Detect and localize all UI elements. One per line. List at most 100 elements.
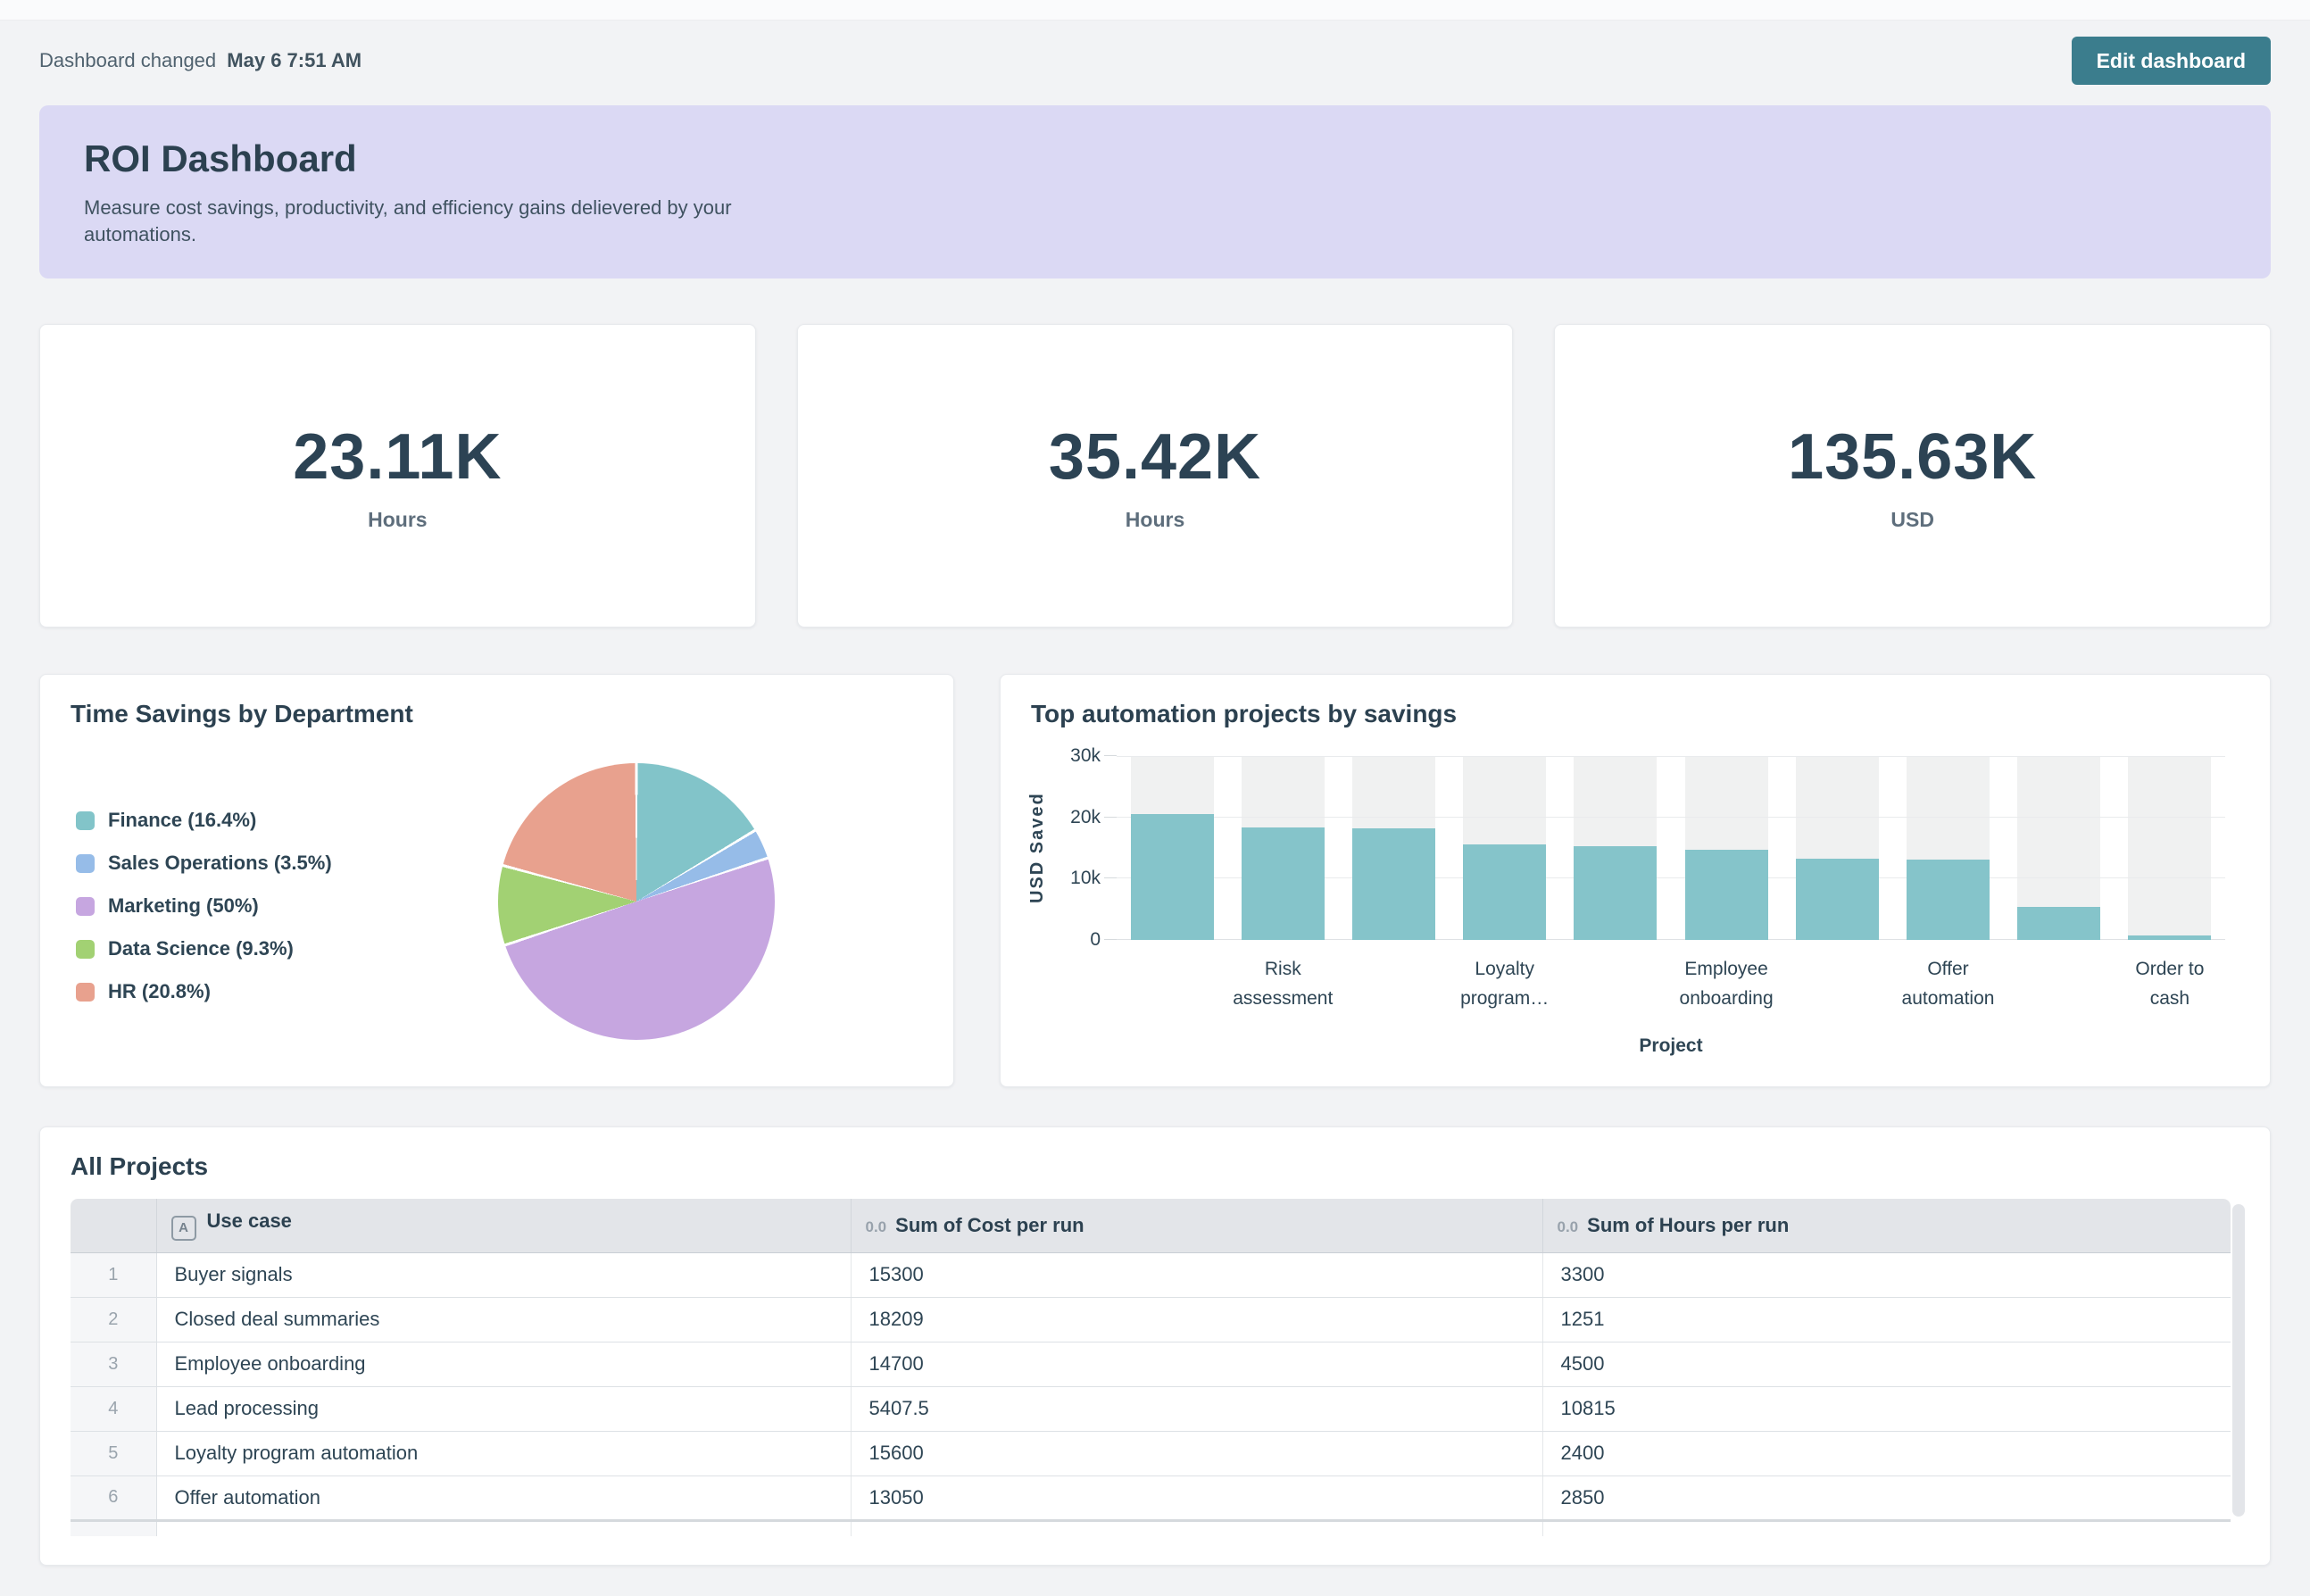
bar[interactable]: [1796, 859, 1879, 940]
bar-cell: [2004, 756, 2115, 940]
use-case-cell[interactable]: Lead processing: [156, 1386, 851, 1431]
legend-label: Marketing (50%): [108, 894, 259, 918]
cost-cell[interactable]: 13050: [851, 1475, 1542, 1520]
column-label: Sum of Hours per run: [1587, 1214, 1789, 1236]
bar-cell: [1560, 756, 1671, 940]
top-strip: [0, 0, 2310, 21]
table-row-partial: [71, 1520, 2231, 1536]
row-number-header: [71, 1199, 156, 1252]
bar[interactable]: [1463, 844, 1546, 940]
table-row: 5Loyalty program automation156002400: [71, 1431, 2231, 1475]
bar[interactable]: [2017, 907, 2100, 940]
number-type-icon: 0.0: [1558, 1218, 1579, 1236]
table-row: 2Closed deal summaries182091251: [71, 1297, 2231, 1342]
table-vertical-scrollbar[interactable]: [2232, 1204, 2245, 1517]
legend-swatch: [76, 897, 95, 916]
kpi-value: 23.11K: [293, 420, 502, 494]
hours-cell[interactable]: 3300: [1542, 1252, 2231, 1297]
bar[interactable]: [1242, 827, 1325, 940]
projects-table-title: All Projects: [71, 1152, 208, 1181]
bar-band: [2128, 756, 2211, 940]
bar[interactable]: [1131, 814, 1214, 940]
page-title: ROI Dashboard: [84, 137, 2226, 180]
y-tick-mark: [1104, 877, 1117, 878]
row-number-cell: 3: [71, 1342, 156, 1386]
cost-cell: [851, 1520, 1542, 1536]
pie-chart[interactable]: [498, 763, 775, 1040]
y-tick-label: 30k: [1070, 746, 1101, 766]
table-row: 6Offer automation130502850: [71, 1475, 2231, 1520]
use-case-cell[interactable]: Loyalty program automation: [156, 1431, 851, 1475]
x-axis-label: Offerautomation: [1892, 954, 2003, 1013]
changed-prefix: Dashboard changed: [39, 49, 216, 71]
use-case-cell[interactable]: Buyer signals: [156, 1252, 851, 1297]
kpi-value: 135.63K: [1788, 420, 2037, 494]
roi-banner: ROI Dashboard Measure cost savings, prod…: [39, 105, 2271, 278]
x-axis-label: Employeeonboarding: [1671, 954, 1782, 1013]
x-axis-title: Project: [1117, 1035, 2225, 1057]
legend-item[interactable]: Marketing (50%): [76, 894, 332, 918]
use-case-cell: [156, 1520, 851, 1536]
hours-cell[interactable]: 1251: [1542, 1297, 2231, 1342]
hours-cell[interactable]: 2850: [1542, 1475, 2231, 1520]
bar-card: Top automation projects by savings USD S…: [1000, 674, 2271, 1087]
y-tick-mark: [1104, 817, 1117, 818]
use-case-cell[interactable]: Offer automation: [156, 1475, 851, 1520]
kpi-row: 23.11K Hours 35.42K Hours 135.63K USD: [39, 324, 2271, 628]
cost-cell[interactable]: 15300: [851, 1252, 1542, 1297]
projects-table: AUse case 0.0Sum of Cost per run 0.0Sum …: [71, 1199, 2231, 1536]
y-tick-mark: [1104, 755, 1117, 756]
use-case-cell[interactable]: Employee onboarding: [156, 1342, 851, 1386]
row-number-cell: 5: [71, 1431, 156, 1475]
kpi-label: USD: [1890, 508, 1934, 532]
legend-label: Finance (16.4%): [108, 809, 256, 832]
edit-dashboard-button[interactable]: Edit dashboard: [2072, 37, 2271, 85]
hours-cell[interactable]: 4500: [1542, 1342, 2231, 1386]
column-header-hours[interactable]: 0.0 Sum of Hours per run: [1542, 1199, 2231, 1252]
column-header-use-case[interactable]: A Use case: [156, 1199, 851, 1252]
bar[interactable]: [1685, 850, 1768, 940]
bar[interactable]: [1574, 846, 1657, 940]
y-tick-label: 20k: [1070, 808, 1101, 827]
legend-item[interactable]: HR (20.8%): [76, 980, 332, 1003]
text-type-icon: A: [171, 1216, 196, 1241]
legend-item[interactable]: Finance (16.4%): [76, 809, 332, 832]
x-axis-label: Riskassessment: [1227, 954, 1338, 1013]
cost-cell[interactable]: 15600: [851, 1431, 1542, 1475]
y-tick-label: 0: [1090, 930, 1101, 950]
bar-cell: [1782, 756, 1892, 940]
x-axis-labels: RiskassessmentLoyaltyprogram…Employeeonb…: [1117, 954, 2225, 1022]
y-tick-label: 10k: [1070, 869, 1101, 888]
cost-cell[interactable]: 18209: [851, 1297, 1542, 1342]
pie-legend: Finance (16.4%) Sales Operations (3.5%) Ma…: [76, 809, 332, 1003]
kpi-card-hours-total: 35.42K Hours: [797, 324, 1514, 628]
column-label: Sum of Cost per run: [895, 1214, 1084, 1236]
bar[interactable]: [1907, 860, 1990, 940]
kpi-label: Hours: [368, 508, 427, 532]
hours-cell[interactable]: 10815: [1542, 1386, 2231, 1431]
bar[interactable]: [1352, 828, 1435, 940]
legend-item[interactable]: Sales Operations (3.5%): [76, 852, 332, 875]
topbar: Dashboard changed May 6 7:51 AM Edit das…: [39, 36, 2271, 86]
x-axis-label: Order tocash: [2115, 954, 2225, 1013]
hours-cell[interactable]: 2400: [1542, 1431, 2231, 1475]
legend-item[interactable]: Data Science (9.3%): [76, 937, 332, 960]
gridline: [1117, 817, 2225, 818]
cost-cell[interactable]: 5407.5: [851, 1386, 1542, 1431]
dashboard-changed-text: Dashboard changed May 6 7:51 AM: [39, 49, 361, 72]
cost-cell[interactable]: 14700: [851, 1342, 1542, 1386]
pie-chart-title: Time Savings by Department: [71, 700, 413, 728]
use-case-cell[interactable]: Closed deal summaries: [156, 1297, 851, 1342]
legend-swatch: [76, 811, 95, 830]
table-row: 4Lead processing5407.510815: [71, 1386, 2231, 1431]
banner-description-line1: Measure cost savings, productivity, and …: [84, 196, 732, 219]
projects-card: All Projects AUse case 0.0Sum of Cost pe…: [39, 1126, 2271, 1566]
legend-swatch: [76, 983, 95, 1002]
bar[interactable]: [2128, 935, 2211, 940]
bar-cell: [1450, 756, 1560, 940]
column-header-cost[interactable]: 0.0Sum of Cost per run: [851, 1199, 1542, 1252]
projects-table-body: 1Buyer signals1530033002Closed deal summ…: [71, 1252, 2231, 1536]
row-number-cell: 4: [71, 1386, 156, 1431]
column-label: Use case: [207, 1209, 292, 1232]
banner-description: Measure cost savings, productivity, and …: [84, 195, 2226, 248]
